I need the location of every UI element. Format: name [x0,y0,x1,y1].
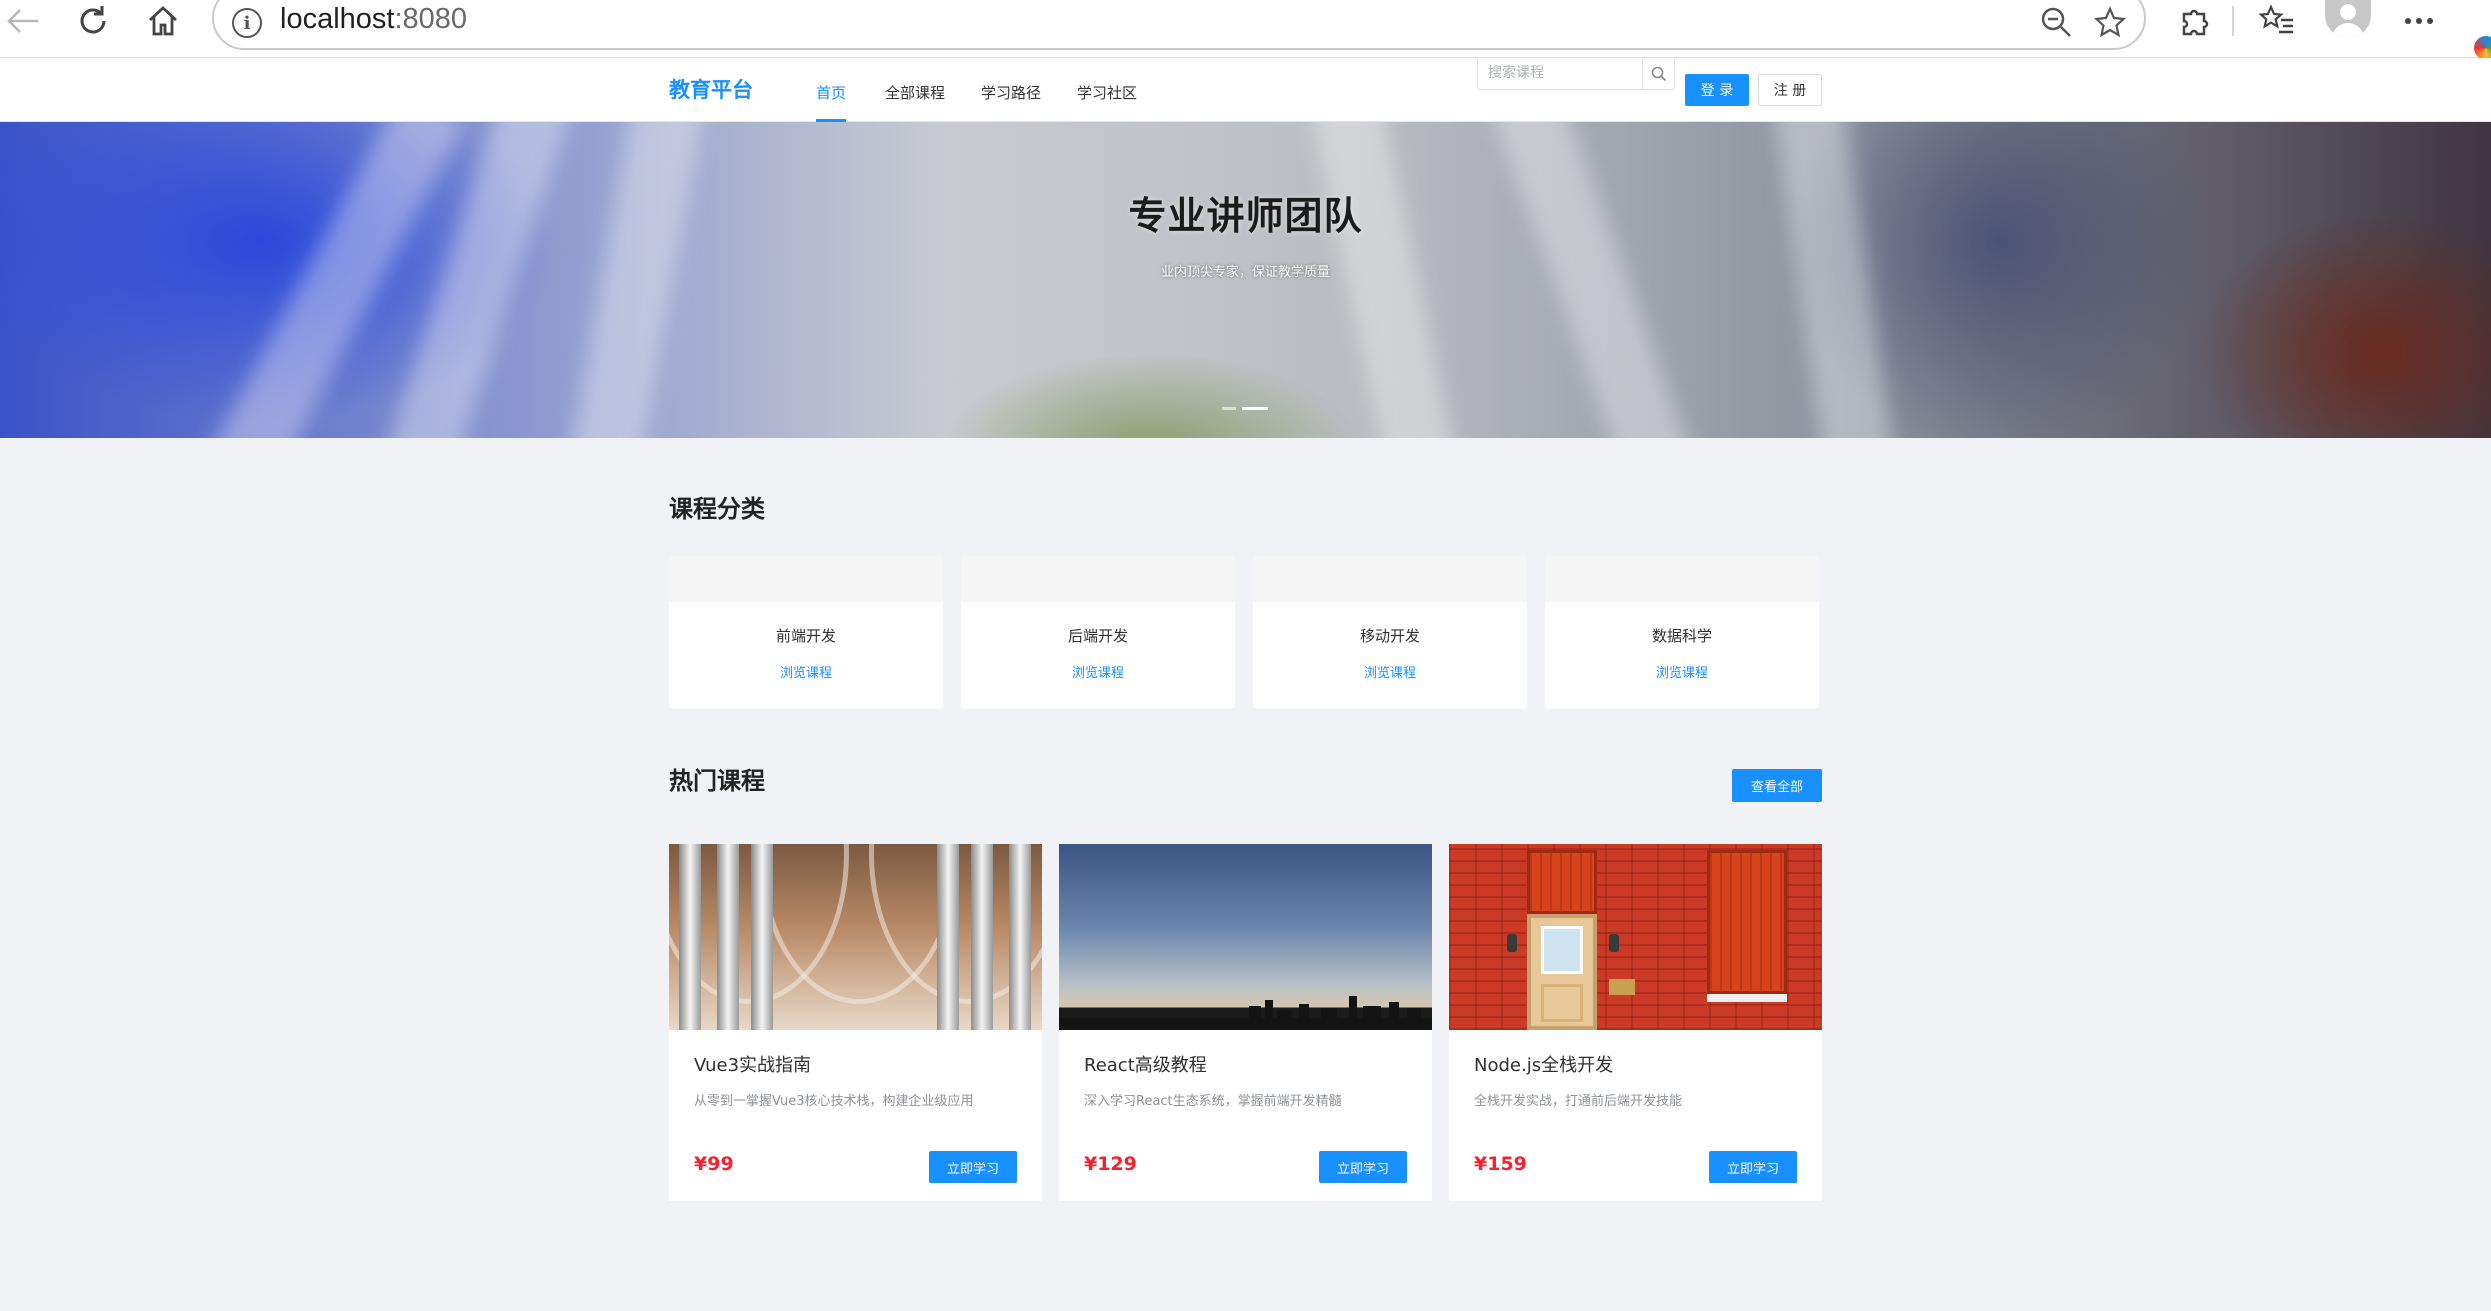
course-image[interactable] [1059,844,1432,1030]
banner-light-streak [564,122,706,438]
toolbar-separator [2232,6,2234,36]
site-header: 教育平台 首页 全部课程 学习路径 学习社区 登 录 注 册 [0,58,2491,122]
browser-logo-icon [2474,36,2491,60]
puzzle-icon[interactable] [2172,2,2218,40]
search-input[interactable] [1478,58,1643,88]
browse-courses-link[interactable]: 浏览课程 [1253,662,1527,681]
profile-icon[interactable] [2325,0,2371,38]
category-name: 前端开发 [775,627,836,645]
favorites-icon[interactable] [2254,2,2300,40]
refresh-icon[interactable] [70,2,116,40]
course-title[interactable]: Vue3实战指南 [694,1051,811,1077]
nav-community[interactable]: 学习社区 [1077,82,1137,122]
course-price: ¥129 [1084,1153,1137,1175]
back-arrow-icon[interactable] [0,2,46,40]
category-card[interactable]: 数据科学 浏览课程 [1545,556,1819,709]
banner-light-streak [1771,122,1899,438]
category-name: 后端开发 [1067,627,1128,645]
banner-title: 专业讲师团队 [1128,194,1363,238]
category-card[interactable]: 后端开发 浏览课程 [961,556,1235,709]
course-card[interactable]: React高级教程 深入学习React生态系统，掌握前端开发精髓 ¥129 立即… [1059,844,1432,1201]
category-image-placeholder [1545,556,1819,602]
start-learning-button[interactable]: 立即学习 [1709,1151,1797,1183]
search-icon[interactable] [1642,58,1674,89]
start-learning-button[interactable]: 立即学习 [1319,1151,1407,1183]
nav-home[interactable]: 首页 [816,82,847,122]
course-price: ¥99 [694,1153,734,1175]
course-price: ¥159 [1474,1153,1527,1175]
browser-toolbar: i localhost:8080 [0,0,2491,60]
banner-light-streak [1490,122,1700,438]
category-name: 数据科学 [1651,627,1712,645]
course-description: 全栈开发实战，打通前后端开发技能 [1474,1094,1683,1109]
banner-subtitle: 业内顶尖专家，保证教学质量 [1160,265,1330,280]
register-button[interactable]: 注 册 [1758,74,1822,106]
url-text[interactable]: localhost:8080 [280,3,467,36]
zoom-out-icon[interactable] [2036,2,2076,42]
hot-courses-title: 热门课程 [669,767,765,795]
start-learning-button[interactable]: 立即学习 [929,1151,1017,1183]
browse-courses-link[interactable]: 浏览课程 [669,662,943,681]
login-button[interactable]: 登 录 [1685,74,1749,106]
carousel-indicators [1222,407,1282,411]
category-image-placeholder [961,556,1235,602]
hero-banner[interactable]: 专业讲师团队 业内顶尖专家，保证教学质量 [0,122,2491,438]
nav-learning-path[interactable]: 学习路径 [981,82,1041,122]
nav-all-courses[interactable]: 全部课程 [885,82,945,122]
carousel-dot-active[interactable] [1242,407,1268,410]
category-image-placeholder [1253,556,1527,602]
category-name: 移动开发 [1359,627,1420,645]
course-card[interactable]: Vue3实战指南 从零到一掌握Vue3核心技术栈，构建企业级应用 ¥99 立即学… [669,844,1042,1201]
browse-courses-link[interactable]: 浏览课程 [961,662,1235,681]
info-icon[interactable]: i [232,8,262,38]
category-card[interactable]: 前端开发 浏览课程 [669,556,943,709]
category-card[interactable]: 移动开发 浏览课程 [1253,556,1527,709]
categories-title: 课程分类 [669,495,765,523]
home-icon[interactable] [140,2,186,40]
carousel-dot[interactable] [1222,407,1236,410]
more-icon[interactable] [2396,2,2442,40]
course-title[interactable]: React高级教程 [1084,1051,1207,1077]
course-description: 从零到一掌握Vue3核心技术栈，构建企业级应用 [694,1094,974,1109]
view-all-button[interactable]: 查看全部 [1732,769,1822,802]
category-image-placeholder [669,556,943,602]
course-description: 深入学习React生态系统，掌握前端开发精髓 [1084,1094,1342,1109]
star-icon[interactable] [2090,2,2130,42]
banner-light-streak [1307,122,1463,438]
course-title[interactable]: Node.js全栈开发 [1474,1051,1613,1077]
site-logo[interactable]: 教育平台 [669,74,753,104]
address-bar[interactable]: i localhost:8080 [212,0,2146,50]
browse-courses-link[interactable]: 浏览课程 [1545,662,1819,681]
course-card[interactable]: Node.js全栈开发 全栈开发实战，打通前后端开发技能 ¥159 立即学习 [1449,844,1822,1201]
search-box [1477,58,1675,90]
course-image[interactable] [1449,844,1822,1030]
course-image[interactable] [669,844,1042,1030]
